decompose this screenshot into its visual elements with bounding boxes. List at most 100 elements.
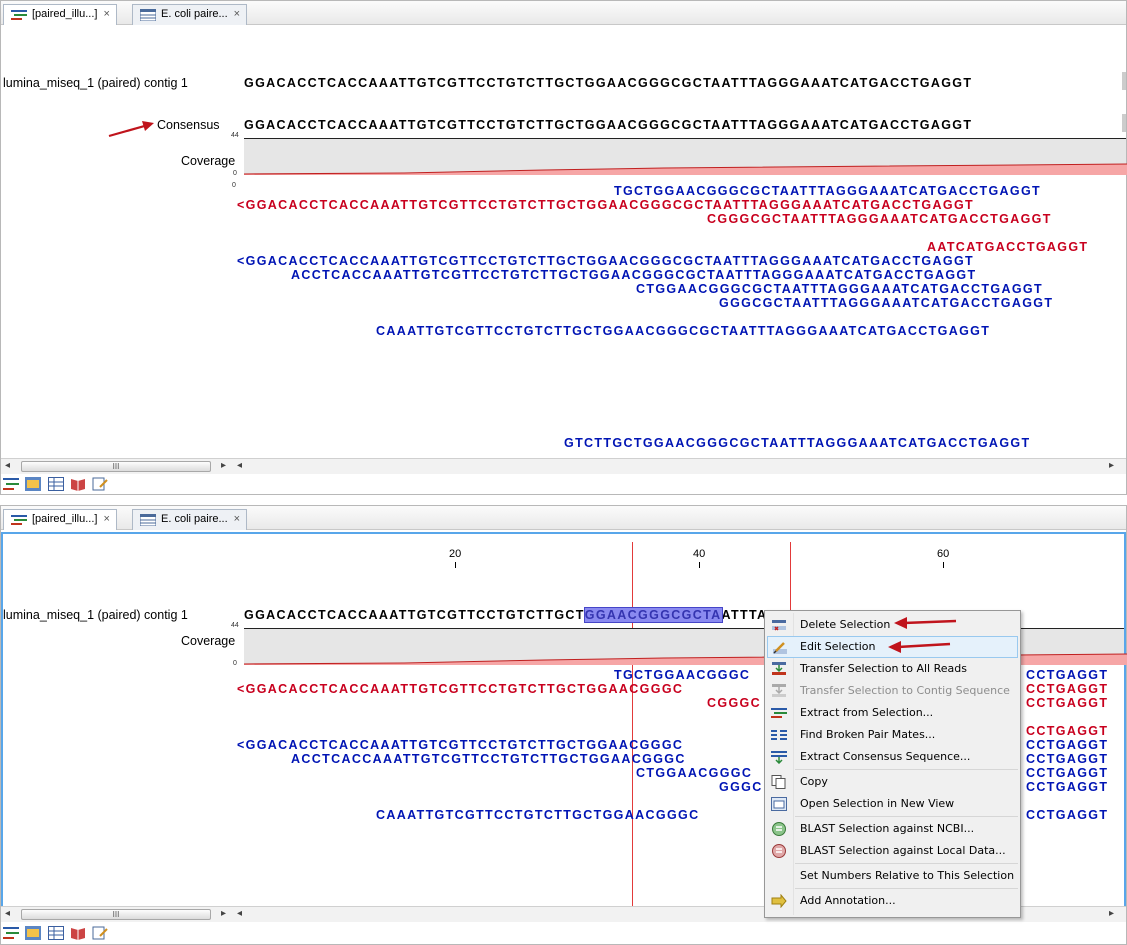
tab-paired-illumina[interactable]: [paired_illu...] × <box>3 4 117 25</box>
read-sequence: CCTGAGGT <box>1026 752 1109 766</box>
read-sequence: CAAATTGTCGTTCCTGTCTTGCTGGAACGGGCGCTAATTT… <box>376 324 991 338</box>
read-sequence: CGGGCGCTAATTTAGGGAAATCATGACCTGAGGT <box>707 212 1052 226</box>
ruler-tick <box>699 562 700 568</box>
menu-separator <box>795 863 1018 864</box>
coverage-curve <box>244 163 1127 175</box>
history-icon[interactable] <box>92 926 109 940</box>
read-sequence: <GGACACCTCACCAAATTGTCGTTCCTGTCTTGCTGGAAC… <box>237 738 684 752</box>
scroll-right-icon[interactable]: ▸ <box>221 460 226 471</box>
view-switcher-toolbar <box>3 926 111 944</box>
menu-item-blast-local[interactable]: BLAST Selection against Local Data... <box>767 840 1018 862</box>
read-sequence: TGCTGGAACGGGC <box>614 668 751 682</box>
tab-ecoli-paired[interactable]: E. coli paire... × <box>132 4 248 25</box>
scroll-left-icon[interactable]: ◂ <box>5 908 10 919</box>
menu-item-blast-ncbi[interactable]: BLAST Selection against NCBI... <box>767 818 1018 840</box>
sequence-edge-marker <box>1122 72 1126 90</box>
copy-icon <box>771 775 786 789</box>
menu-item-label: Set Numbers Relative to This Selection <box>800 869 1015 882</box>
read-sequence: CTGGAACGGGC <box>636 766 753 780</box>
selection-left-boundary <box>632 542 633 918</box>
scroll-right-icon[interactable]: ▸ <box>1109 908 1114 919</box>
close-icon[interactable]: × <box>103 8 109 20</box>
table-view-icon[interactable] <box>47 926 64 940</box>
read-sequence: <GGACACCTCACCAAATTGTCGTTCCTGTCTTGCTGGAAC… <box>237 682 684 696</box>
tab-label: E. coli paire... <box>161 513 228 525</box>
history-icon[interactable] <box>92 477 109 491</box>
read-sequence: GTCTTGCTGGAACGGGCGCTAATTTAGGGAAATCATGACC… <box>564 436 1031 450</box>
contig-icon <box>11 10 27 20</box>
scroll-left-icon[interactable]: ◂ <box>5 460 10 471</box>
read-sequence: GGGCGCTAATTTAGGGAAATCATGACCTGAGGT <box>719 296 1054 310</box>
menu-item-label: Transfer Selection to All Reads <box>800 662 967 675</box>
menu-item-add-annotation[interactable]: Add Annotation... <box>767 890 1018 912</box>
selection-right-boundary <box>790 542 791 614</box>
menu-item-find-broken-pairs[interactable]: Find Broken Pair Mates... <box>767 724 1018 746</box>
sequence-edge-marker <box>1122 114 1126 132</box>
new-view-icon <box>771 797 787 811</box>
scroll-left-icon[interactable]: ◂ <box>237 460 242 471</box>
scroll-right-icon[interactable]: ▸ <box>221 908 226 919</box>
close-icon[interactable]: × <box>234 8 240 20</box>
scroll-left-icon[interactable]: ◂ <box>237 908 242 919</box>
selected-region[interactable]: GGAACGGGCGCTA <box>583 607 723 623</box>
menu-item-transfer-all-reads[interactable]: Transfer Selection to All Reads <box>767 658 1018 680</box>
reads-zero-marker: 0 <box>232 182 236 189</box>
menu-item-label: Add Annotation... <box>800 894 896 907</box>
menu-item-label: Extract from Selection... <box>800 706 934 719</box>
contig-view-icon[interactable] <box>3 477 19 491</box>
graphical-view-icon[interactable] <box>25 477 42 491</box>
coverage-max: 44 <box>231 622 239 629</box>
menu-item-label: BLAST Selection against NCBI... <box>800 822 975 835</box>
read-sequence: ACCTCACCAAATTGTCGTTCCTGTCTTGCTGGAACGGGCG… <box>291 268 977 282</box>
coverage-min: 0 <box>233 660 237 667</box>
tab-paired-illumina[interactable]: [paired_illu...] × <box>3 509 117 530</box>
read-sequence: CTGGAACGGGCGCTAATTTAGGGAAATCATGACCTGAGGT <box>636 282 1043 296</box>
menu-item-label: Extract Consensus Sequence... <box>800 750 971 763</box>
menu-item-open-new-view[interactable]: Open Selection in New View <box>767 793 1018 815</box>
read-sequence: <GGACACCTCACCAAATTGTCGTTCCTGTCTTGCTGGAAC… <box>237 254 975 268</box>
scroll-thumb[interactable]: III <box>21 461 211 472</box>
scroll-thumb[interactable]: III <box>21 909 211 920</box>
tab-ecoli-paired[interactable]: E. coli paire... × <box>132 509 248 530</box>
broken-pairs-icon <box>771 730 787 740</box>
menu-item-label: Delete Selection <box>800 618 891 631</box>
read-sequence: GGGC <box>719 780 763 794</box>
scroll-right-icon[interactable]: ▸ <box>1109 460 1114 471</box>
ruler-number: 60 <box>937 548 950 560</box>
blast-local-icon <box>772 844 786 858</box>
blast-ncbi-icon <box>772 822 786 836</box>
menu-item-transfer-contig[interactable]: Transfer Selection to Contig Sequence <box>767 680 1018 702</box>
edit-selection-icon <box>773 642 787 654</box>
book-icon[interactable] <box>70 477 86 491</box>
menu-item-copy[interactable]: Copy <box>767 771 1018 793</box>
book-icon[interactable] <box>70 926 86 940</box>
close-icon[interactable]: × <box>234 513 240 525</box>
top-editor-panel: [paired_illu...] × E. coli paire... × lumi… <box>0 0 1127 495</box>
table-view-icon[interactable] <box>47 477 64 491</box>
contig-view-icon[interactable] <box>3 926 19 940</box>
read-sequence: CCTGAGGT <box>1026 682 1109 696</box>
tab-label: E. coli paire... <box>161 8 228 20</box>
menu-item-extract-consensus[interactable]: Extract Consensus Sequence... <box>767 746 1018 768</box>
coverage-label: Coverage <box>181 154 236 168</box>
menu-item-set-numbers-relative[interactable]: Set Numbers Relative to This Selection <box>767 865 1018 887</box>
coverage-label: Coverage <box>181 634 236 648</box>
top-tab-bar: [paired_illu...] × E. coli paire... × <box>1 1 1126 25</box>
read-sequence: CCTGAGGT <box>1026 724 1109 738</box>
graphical-view-icon[interactable] <box>25 926 42 940</box>
menu-item-extract-selection[interactable]: Extract from Selection... <box>767 702 1018 724</box>
top-alignment-view[interactable]: lumina_miseq_1 (paired) contig 1 GGACACC… <box>1 26 1127 458</box>
read-sequence: CCTGAGGT <box>1026 780 1109 794</box>
ruler-number: 20 <box>449 548 462 560</box>
delete-selection-icon <box>772 620 786 631</box>
transfer-reads-icon <box>772 662 786 675</box>
tab-label: [paired_illu...] <box>32 513 98 525</box>
read-sequence: TGCTGGAACGGGCGCTAATTTAGGGAAATCATGACCTGAG… <box>614 184 1042 198</box>
horizontal-scrollbar[interactable]: ◂ III ▸ ◂ ▸ <box>1 458 1126 474</box>
menu-item-label: BLAST Selection against Local Data... <box>800 844 1006 857</box>
contig-icon <box>11 515 27 525</box>
consensus-sequence: GGACACCTCACCAAATTGTCGTTCCTGTCTTGCTGGAACG… <box>244 118 973 132</box>
menu-item-label: Copy <box>800 775 828 788</box>
close-icon[interactable]: × <box>103 513 109 525</box>
read-sequence: CCTGAGGT <box>1026 808 1109 822</box>
